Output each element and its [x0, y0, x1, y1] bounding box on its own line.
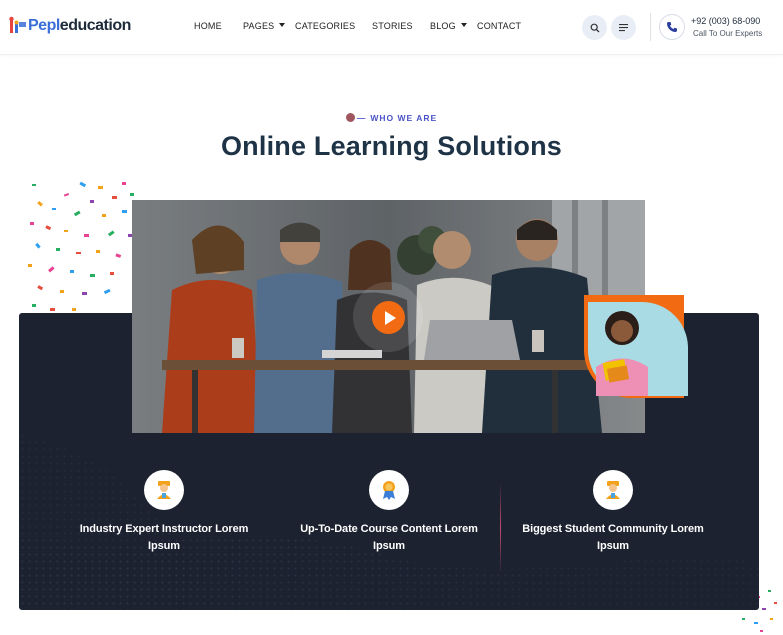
feature-title-cont: Ipsum	[597, 540, 629, 552]
feature-title: Up-To-Date Course Content Lorem	[300, 523, 478, 535]
site-header: Pepleducation HOME PAGES CATEGORIES STOR…	[0, 0, 783, 55]
menu-button[interactable]	[611, 15, 636, 40]
feature-icon-wrap	[369, 470, 409, 510]
nav-stories[interactable]: STORIES	[372, 21, 413, 31]
phone-button[interactable]	[659, 14, 685, 40]
nav-blog[interactable]: BLOG	[430, 21, 467, 31]
section-eyebrow: — WHO WE ARE	[0, 113, 783, 123]
feature-item: Industry Expert Instructor Lorem Ipsum	[52, 470, 276, 555]
nav-categories[interactable]: CATEGORIES	[295, 21, 355, 31]
menu-icon	[618, 24, 628, 32]
nav-pages[interactable]: PAGES	[243, 21, 286, 31]
feature-item: Up-To-Date Course Content Lorem Ipsum	[277, 470, 501, 555]
community-icon	[606, 481, 620, 499]
nav-home[interactable]: HOME	[194, 21, 222, 31]
feature-title: Biggest Student Community Lorem	[522, 523, 704, 535]
feature-title: Industry Expert Instructor Lorem	[79, 523, 249, 535]
feature-title-cont: Ipsum	[148, 540, 180, 552]
feature-title-cont: Ipsum	[373, 540, 405, 552]
play-video-button[interactable]	[372, 301, 405, 334]
feature-icon-wrap	[593, 470, 633, 510]
feature-icon-wrap	[144, 470, 184, 510]
nav-contact[interactable]: CONTACT	[477, 21, 521, 31]
student-badge-image	[584, 295, 690, 400]
play-icon	[384, 310, 396, 325]
section-title: Online Learning Solutions	[220, 131, 562, 161]
award-icon	[383, 481, 395, 500]
eyebrow-dot	[345, 113, 355, 122]
search-icon	[590, 23, 599, 32]
header-divider	[650, 13, 651, 41]
instructor-icon	[157, 481, 171, 499]
search-button[interactable]	[582, 15, 607, 40]
phone-number[interactable]: +92 (003) 68-090	[691, 16, 760, 26]
chevron-down-icon	[279, 23, 286, 27]
feature-item: Biggest Student Community Lorem Ipsum	[501, 470, 725, 555]
phone-caption: Call To Our Experts	[693, 29, 763, 38]
chevron-down-icon	[460, 23, 467, 27]
phone-icon	[667, 22, 677, 32]
